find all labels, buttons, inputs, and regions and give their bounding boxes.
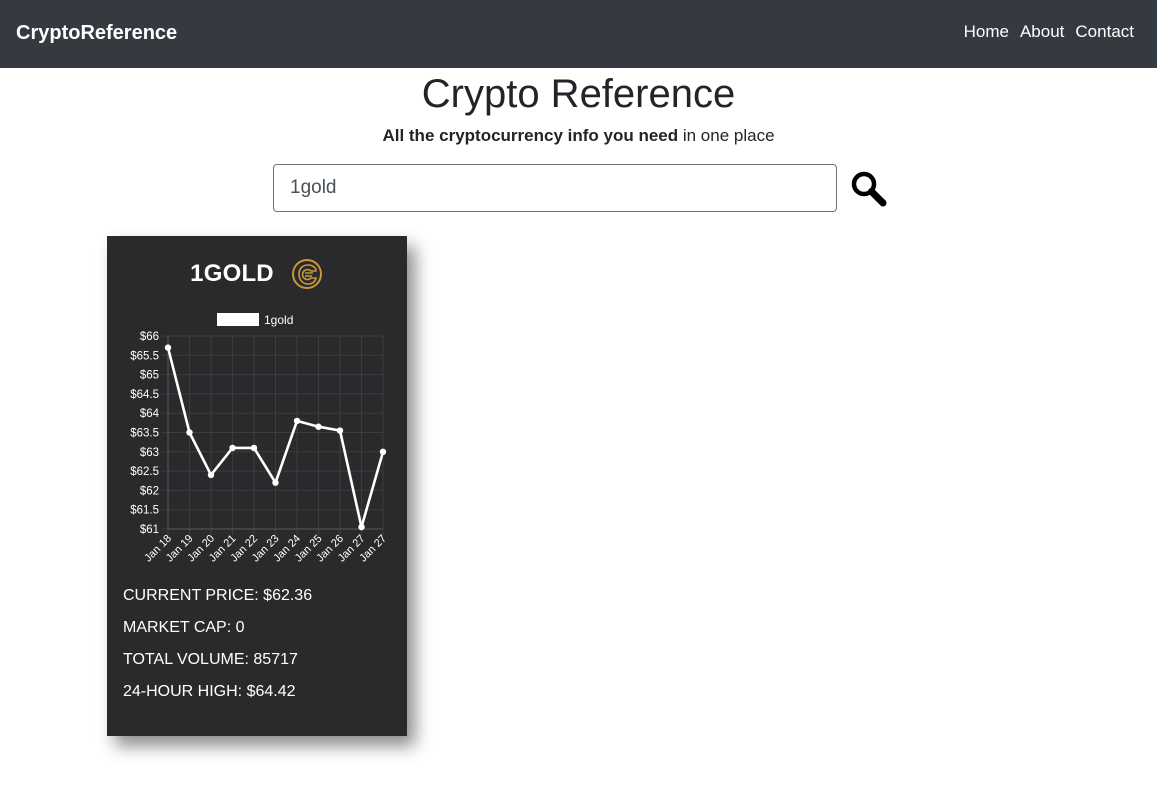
y-tick-label: $63 xyxy=(140,447,159,459)
data-point[interactable] xyxy=(272,479,279,486)
y-tick-label: $63.5 xyxy=(130,428,159,440)
y-tick-label: $61.5 xyxy=(130,505,159,517)
brand-link[interactable]: CryptoReference xyxy=(16,22,177,45)
coin-name: 1GOLD xyxy=(190,260,274,287)
data-point[interactable] xyxy=(293,417,301,425)
y-tick-label: $65 xyxy=(140,370,159,382)
stat-market-cap: MARKET CAP: 0 xyxy=(123,619,245,636)
nav-contact-link[interactable]: Contact xyxy=(1075,22,1134,42)
nav-about-link[interactable]: About xyxy=(1020,22,1064,42)
nav-home-link[interactable]: Home xyxy=(964,22,1009,42)
y-tick-label: $62 xyxy=(140,485,159,497)
y-tick-label: $66 xyxy=(140,331,159,343)
page-title: Crypto Reference xyxy=(421,72,736,116)
stat-24h-high: 24-HOUR HIGH: $64.42 xyxy=(123,683,296,700)
coin-header: 1GOLD xyxy=(107,256,407,292)
y-tick-label: $64 xyxy=(140,408,160,420)
price-chart: $66 $65.5 $65 $64.5 $64 $63.5 $63 $62.5 $62 $61.5… xyxy=(130,313,389,564)
tagline-bold: All the cryptocurrency info you need xyxy=(382,126,679,145)
search-icon xyxy=(851,171,887,207)
data-point[interactable] xyxy=(250,444,258,452)
tagline: All the cryptocurrency info you need in … xyxy=(0,126,1157,146)
data-point[interactable] xyxy=(207,471,215,479)
y-tick-label: $64.5 xyxy=(130,389,159,401)
data-point[interactable] xyxy=(229,444,236,452)
data-point[interactable] xyxy=(315,423,322,430)
y-tick-label: $62.5 xyxy=(130,466,159,478)
data-point[interactable] xyxy=(358,523,365,531)
data-point[interactable] xyxy=(336,427,344,434)
lion-head-coin-icon xyxy=(291,259,322,289)
stat-current-price: CURRENT PRICE: $62.36 xyxy=(123,587,313,604)
data-point[interactable] xyxy=(379,448,387,455)
stat-total-volume: TOTAL VOLUME: 85717 xyxy=(123,651,298,668)
search-input[interactable] xyxy=(273,164,837,212)
search-button[interactable] xyxy=(850,170,888,208)
data-point[interactable] xyxy=(186,429,193,436)
data-point[interactable] xyxy=(164,344,172,351)
y-tick-label: $61 xyxy=(140,524,159,536)
nav-links: Home About Contact xyxy=(964,22,1134,42)
y-tick-label: $65.5 xyxy=(130,350,159,362)
legend-swatch[interactable] xyxy=(217,313,259,326)
coin-stats: CURRENT PRICE: $62.36 MARKET CAP: 0 TOTA… xyxy=(123,586,312,714)
navbar: CryptoReference Home About Contact xyxy=(0,0,1157,68)
coin-card: 1GOLD $66 $65.5 $65 $64.5 $64 $63.5 $63 $62.5 $6… xyxy=(107,236,407,736)
legend-label: 1gold xyxy=(264,313,293,327)
tagline-rest: in one place xyxy=(678,126,775,145)
